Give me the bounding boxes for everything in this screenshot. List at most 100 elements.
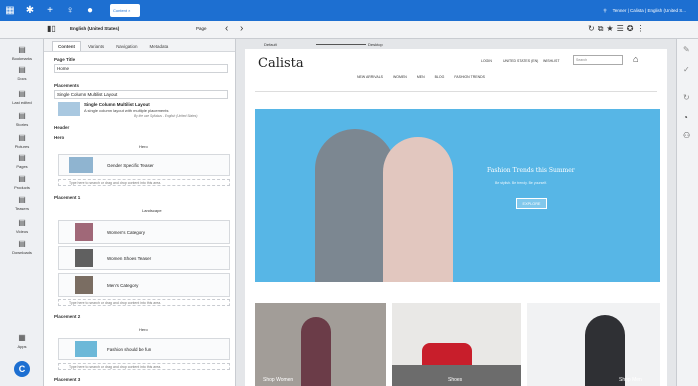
shoes-card[interactable]: Shoes (392, 303, 521, 386)
forward-chevron-icon[interactable]: › (240, 23, 243, 34)
tab-metadata[interactable]: Metadata (144, 42, 173, 51)
woman-figure (301, 317, 331, 386)
user-icon[interactable]: ⚲ (603, 8, 606, 14)
site-search-input[interactable]: Search (573, 55, 623, 65)
add-content-dropzone[interactable]: Type here to search or drag and drop con… (58, 179, 230, 186)
nav-pages[interactable]: ▤ Pages (0, 153, 44, 169)
top-app-bar: ▦ ✱ + ♀ ● Content × ⚲ Tenner | Calista |… (0, 0, 698, 21)
back-chevron-icon[interactable]: ‹ (225, 23, 228, 34)
explore-button[interactable]: EXPLORE (516, 198, 547, 209)
chat-icon[interactable]: ● (80, 0, 100, 21)
secondary-toolbar: ▮▯ English (United States) Page ‹ › ↻⧉★☰… (0, 21, 698, 39)
tab-content-label: Content (113, 8, 128, 13)
item-thumbnail (75, 223, 93, 241)
nav-apps[interactable]: ▦ Apps (0, 333, 44, 349)
nav-last-edited[interactable]: ▤ Last edited (0, 89, 44, 105)
bulb-icon[interactable]: ♀ (60, 0, 80, 21)
nav-docs[interactable]: ▤ Docs (0, 65, 44, 81)
placement1-dropdown[interactable]: Landscape (142, 208, 162, 213)
placement2-dropdown[interactable]: Hero (139, 327, 148, 332)
pin-icon[interactable]: ✎ (683, 45, 690, 54)
hero-title: Fashion Trends this Summer (487, 167, 575, 174)
nav-fashion-trends[interactable]: FASHION TRENDS (454, 75, 485, 79)
check-icon[interactable]: ✓ (683, 65, 690, 74)
tab-content[interactable]: Content × (110, 4, 140, 17)
item-thumbnail (75, 276, 93, 294)
tab-variants[interactable]: Variants (83, 42, 109, 51)
site-logo[interactable]: Calista (258, 56, 304, 71)
studio-home-icon[interactable]: C (14, 361, 30, 377)
pictures-icon: ▤ (18, 133, 26, 142)
nav-women[interactable]: WOMEN (393, 75, 407, 79)
nav-bookmarks[interactable]: ▤ Bookmarks (0, 45, 44, 61)
website-preview: Calista LOGIN UNITED STATES (EN) WISHLIS… (245, 49, 667, 386)
videos-icon: ▤ (18, 218, 26, 227)
locale-link[interactable]: UNITED STATES (EN) (503, 59, 538, 63)
add-content-dropzone[interactable]: Type here to search or drag and drop con… (58, 299, 230, 306)
shop-women-card[interactable]: Shop Women (255, 303, 386, 386)
nav-teasers[interactable]: ▤ Teasers (0, 195, 44, 211)
share-icon[interactable]: ⚇ (683, 131, 690, 140)
nav-pictures[interactable]: ▤ Pictures (0, 133, 44, 149)
add-icon[interactable]: + (40, 0, 60, 21)
layout-select[interactable]: Single Column Multilist Layout (54, 90, 228, 99)
nav-label: Last edited (12, 100, 32, 105)
item-label: Fashion should be fun (107, 347, 152, 352)
search-placeholder: Search (576, 58, 588, 62)
wishlist-link[interactable]: WISHLIST (543, 59, 560, 63)
studio-logo-icon[interactable]: ✱ (20, 0, 40, 21)
products-icon: ▤ (18, 174, 26, 183)
refresh-icon[interactable]: ↻ (683, 93, 690, 102)
shop-men-card[interactable]: Shop Men (527, 303, 660, 386)
history-icon[interactable]: ◔ (683, 113, 688, 122)
preview-tools[interactable]: ↻⧉★☰✪⋮ (588, 24, 647, 34)
nav-men[interactable]: MEN (417, 75, 425, 79)
layout-icon[interactable]: ▮▯ (47, 24, 56, 33)
login-link[interactable]: LOGIN (481, 59, 492, 63)
content-editor-panel: Content Variants Navigation Metadata Pag… (44, 39, 236, 386)
teasers-icon: ▤ (18, 195, 26, 204)
apps-icon: ▦ (18, 333, 26, 342)
placements-label: Placements (54, 83, 80, 88)
nav-label: Videos (15, 229, 29, 234)
list-item[interactable]: Fashion should be fun (58, 338, 230, 360)
device-select[interactable]: Desktop (368, 42, 383, 47)
tab-content-form[interactable]: Content (52, 41, 81, 51)
nav-blog[interactable]: BLOG (435, 75, 445, 79)
item-label: Men's Category (107, 283, 139, 288)
list-item[interactable]: Men's Category (58, 273, 230, 297)
default-select[interactable]: Default (264, 42, 277, 47)
hero-banner[interactable]: Fashion Trends this Summer Be stylish. B… (255, 109, 660, 282)
zoom-slider[interactable] (316, 44, 366, 45)
nav-new-arrivals[interactable]: NEW ARRIVALS (357, 75, 383, 79)
nav-products[interactable]: ▤ Products (0, 174, 44, 190)
list-item[interactable]: Women Shoes Teaser (58, 246, 230, 270)
add-content-dropzone[interactable]: Type here to search or drag and drop con… (58, 363, 230, 370)
layout-thumbnail (58, 102, 80, 116)
nav-divider (255, 91, 657, 92)
page-label[interactable]: Page (196, 26, 207, 31)
list-item[interactable]: Gender Specific Teaser (58, 154, 230, 176)
user-info[interactable]: Tenner | Calista | English (United S... (613, 8, 686, 13)
downloads-icon: ▤ (18, 239, 26, 248)
hero-subtitle: Be stylish. Be trendy. Be yourself. (495, 181, 548, 185)
nav-videos[interactable]: ▤ Videos (0, 218, 44, 234)
list-item[interactable]: Women's Category (58, 220, 230, 244)
nav-label: Pages (16, 164, 28, 169)
nav-downloads[interactable]: ▤ Downloads (0, 239, 44, 255)
layout-name: Single Column Multilist Layout (84, 102, 150, 107)
tab-navigation[interactable]: Navigation (111, 42, 142, 51)
page-title-input[interactable]: Home (54, 64, 228, 73)
layout-description: A single column layout with multiple pla… (84, 108, 169, 113)
right-tool-rail: ✎ ✓ ↻ ◔ ⚇ (676, 39, 698, 386)
hero-image-woman (383, 137, 453, 282)
apps-grid-icon[interactable]: ▦ (0, 0, 20, 21)
layout-note: By the use Syllabus - English (United St… (134, 114, 198, 118)
nav-label: Docs (17, 76, 27, 81)
hero-dropdown[interactable]: Hero (139, 144, 148, 149)
language-select[interactable]: English (United States) (70, 26, 119, 31)
nav-stories[interactable]: ▤ Stories (0, 111, 44, 127)
cart-icon[interactable]: ⌂ (633, 54, 638, 64)
item-thumbnail (69, 157, 93, 173)
shoes-label: Shoes (448, 377, 463, 383)
